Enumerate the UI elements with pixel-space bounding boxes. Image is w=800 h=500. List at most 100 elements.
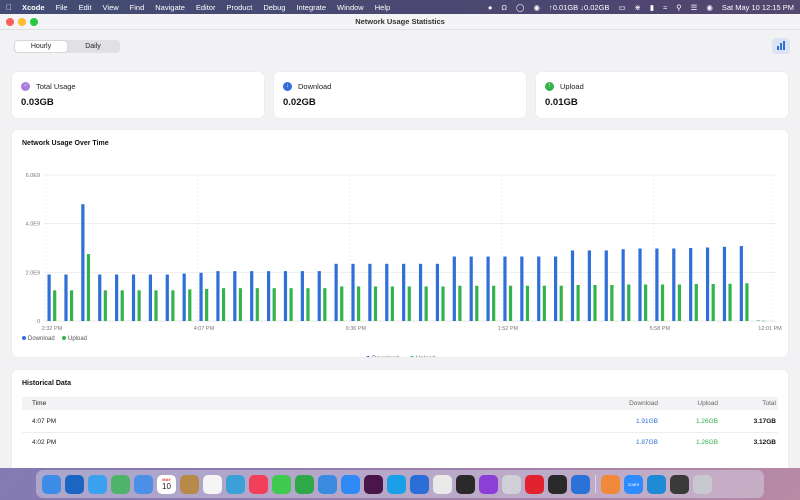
location-icon[interactable]: [410, 474, 429, 494]
wifi-icon[interactable]: ≈: [663, 3, 667, 12]
music-icon[interactable]: [249, 474, 268, 494]
control-center-icon[interactable]: ☰: [691, 3, 698, 12]
menu-edit[interactable]: Edit: [79, 3, 92, 12]
outlook-icon[interactable]: [65, 474, 84, 494]
menu-integrate[interactable]: Integrate: [296, 3, 326, 12]
reminders-icon[interactable]: [203, 474, 222, 494]
network-status[interactable]: ↑0.01GB ↓0.02GB: [549, 3, 609, 12]
sparkle-icon[interactable]: [601, 474, 620, 494]
bluetooth-icon[interactable]: ⋇: [635, 3, 641, 12]
maps-icon[interactable]: [111, 474, 130, 494]
status-dot-icon[interactable]: ●: [488, 3, 493, 12]
upload-bar: [154, 290, 158, 321]
download-bar: [98, 274, 102, 321]
row-time: 4:02 PM: [32, 439, 57, 446]
segment-hourly[interactable]: Hourly: [15, 41, 67, 52]
podcasts-icon[interactable]: [479, 474, 498, 494]
bar-chart-icon: [777, 46, 779, 50]
calendar-icon[interactable]: MAY 10: [157, 474, 176, 494]
pencil-icon[interactable]: [548, 474, 567, 494]
timer-icon[interactable]: ◯: [516, 3, 524, 12]
upload-bar: [373, 286, 378, 321]
download-bar: [604, 250, 608, 321]
chart-view-button[interactable]: [772, 38, 790, 54]
launchpad-icon[interactable]: [502, 474, 521, 494]
title-bar: Network Usage Statistics: [0, 14, 800, 30]
download-bar: [165, 274, 169, 321]
chrome-icon[interactable]: [433, 474, 452, 494]
zoom-window-button[interactable]: [30, 18, 38, 26]
menu-editor[interactable]: Editor: [196, 3, 216, 12]
download-bar: [638, 248, 642, 321]
menu-debug[interactable]: Debug: [263, 3, 285, 12]
skype-icon[interactable]: [387, 474, 406, 494]
menu-window[interactable]: Window: [337, 3, 364, 12]
app-store-icon[interactable]: [341, 474, 360, 494]
safari-icon[interactable]: [88, 474, 107, 494]
spotlight-icon[interactable]: ⚲: [676, 3, 682, 12]
menu-clock[interactable]: Sat May 10 12:15 PM: [722, 3, 794, 12]
download-bar: [402, 263, 406, 321]
download-bar: [182, 273, 186, 321]
menu-help[interactable]: Help: [375, 3, 390, 12]
mail-icon[interactable]: [134, 474, 153, 494]
upload-bar: [53, 290, 57, 321]
download-bar: [148, 274, 153, 321]
row-upload: 1.26GB: [695, 418, 718, 425]
column-total: Total: [762, 400, 776, 407]
xcode-icon[interactable]: [571, 474, 590, 494]
user-avatar-icon[interactable]: ◉: [706, 3, 713, 12]
upload-bar: [205, 288, 209, 321]
simulator-icon[interactable]: [670, 474, 689, 494]
upload-bar: [627, 284, 631, 321]
keynote-icon[interactable]: [318, 474, 337, 494]
upload-bar: [475, 285, 479, 321]
upload-bar: [272, 288, 276, 321]
upload-bar: [390, 286, 394, 321]
menu-find[interactable]: Find: [130, 3, 145, 12]
menu-file[interactable]: File: [56, 3, 68, 12]
upload-bar: [306, 288, 310, 321]
battery-level-icon[interactable]: ▮: [650, 3, 654, 12]
segment-daily[interactable]: Daily: [67, 41, 119, 52]
x-tick-label: 12:01 PM: [758, 326, 782, 332]
battery-icon[interactable]: ▭: [618, 3, 625, 12]
download-bar: [722, 246, 727, 321]
close-window-button[interactable]: [6, 18, 14, 26]
notes-icon[interactable]: [180, 474, 199, 494]
legend-label: Upload: [68, 336, 87, 342]
upload-value: 0.01GB: [545, 97, 578, 108]
upload-bar: [542, 285, 546, 321]
download-bar: [334, 263, 338, 321]
vscode-icon[interactable]: [647, 474, 666, 494]
upload-bar: [762, 320, 766, 322]
minimize-window-button[interactable]: [18, 18, 26, 26]
headphones-icon[interactable]: Ω: [501, 3, 507, 12]
menu-view[interactable]: View: [103, 3, 119, 12]
messages-icon[interactable]: [272, 474, 291, 494]
app-window: Network Usage Statistics Hourly Daily ▫ …: [0, 14, 800, 468]
historical-data-title: Historical Data: [22, 380, 72, 387]
slack-icon[interactable]: [364, 474, 383, 494]
row-total: 3.17GB: [753, 418, 776, 425]
numbers-icon[interactable]: [295, 474, 314, 494]
table-row[interactable]: 4:07 PM 1.91GB 1.26GB 3.17GB: [22, 412, 778, 432]
opera-icon[interactable]: [525, 474, 544, 494]
freeform-icon[interactable]: [226, 474, 245, 494]
zoom-icon[interactable]: zoom: [624, 474, 643, 494]
upload-bar: [171, 290, 175, 321]
apple-menu-icon[interactable]: : [6, 3, 12, 12]
finder-icon[interactable]: [42, 474, 61, 494]
activity-monitor-icon[interactable]: [456, 474, 475, 494]
menu-product[interactable]: Product: [226, 3, 252, 12]
y-tick-label: 4.0E9: [26, 222, 40, 228]
trash-icon[interactable]: [693, 474, 712, 494]
eye-icon[interactable]: ◉: [533, 3, 540, 12]
menu-navigate[interactable]: Navigate: [155, 3, 185, 12]
table-row[interactable]: 4:02 PM 1.87GB 1.26GB 3.12GB: [22, 432, 778, 452]
column-upload: Upload: [697, 400, 718, 407]
historical-data-card: Historical Data Time Download Upload Tot…: [12, 370, 788, 468]
menu-app-name[interactable]: Xcode: [22, 3, 45, 12]
upload-bar: [559, 285, 563, 321]
arrow-up-circle-icon: ↑: [545, 82, 554, 91]
